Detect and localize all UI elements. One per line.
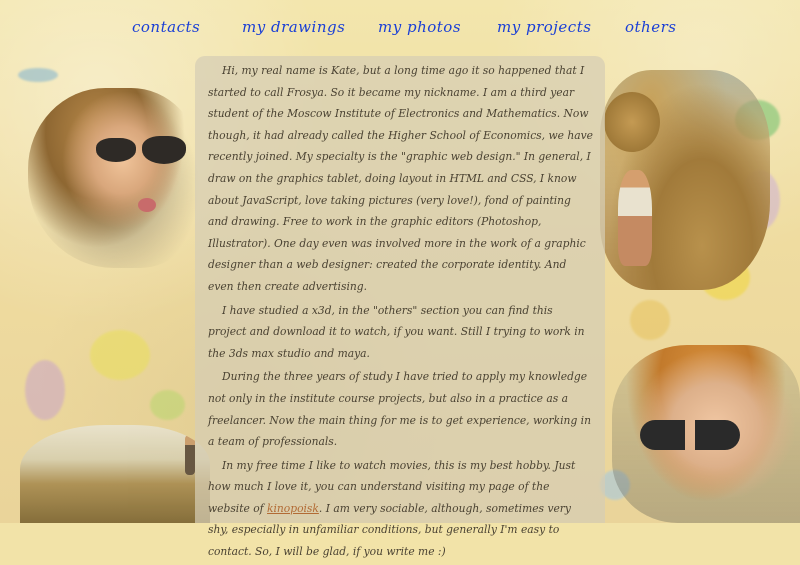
lips-shape bbox=[138, 198, 156, 212]
paint-splash bbox=[150, 390, 185, 420]
nav-link-contacts[interactable]: contacts bbox=[132, 18, 200, 36]
sunglasses-left-lens bbox=[96, 138, 136, 162]
paragraph-hobby: In my free time I like to watch movies, … bbox=[208, 455, 594, 563]
nav-link-my-photos[interactable]: my photos bbox=[378, 18, 461, 36]
main-navigation: contacts my drawings my photos my projec… bbox=[0, 18, 800, 44]
paint-splash bbox=[630, 300, 670, 340]
paint-splash bbox=[18, 68, 58, 82]
paragraph-study: During the three years of study I have t… bbox=[208, 370, 591, 449]
paint-splash bbox=[25, 360, 65, 420]
kinopoisk-link[interactable]: kinopoisk bbox=[267, 502, 319, 515]
walking-person-shape bbox=[185, 435, 195, 475]
sitting-girl-shape bbox=[618, 170, 652, 266]
haystack-shape bbox=[604, 92, 660, 152]
nav-link-my-drawings[interactable]: my drawings bbox=[242, 18, 345, 36]
about-text: Hi, my real name is Kate, but a long tim… bbox=[208, 60, 594, 565]
paragraph-intro: Hi, my real name is Kate, but a long tim… bbox=[208, 64, 593, 293]
sunglasses-right-lens bbox=[142, 136, 186, 164]
nav-link-my-projects[interactable]: my projects bbox=[497, 18, 591, 36]
paragraph-x3d: I have studied a x3d, in the "others" se… bbox=[208, 303, 585, 360]
portrait-photo-left bbox=[28, 88, 200, 268]
portrait-photo-bottom-right bbox=[612, 345, 800, 523]
paint-splash bbox=[90, 330, 150, 380]
sunglasses-shape bbox=[640, 420, 740, 450]
landscape-photo-bottom-left bbox=[20, 425, 210, 523]
nav-link-others[interactable]: others bbox=[625, 18, 676, 36]
field-photo-right bbox=[600, 70, 770, 290]
